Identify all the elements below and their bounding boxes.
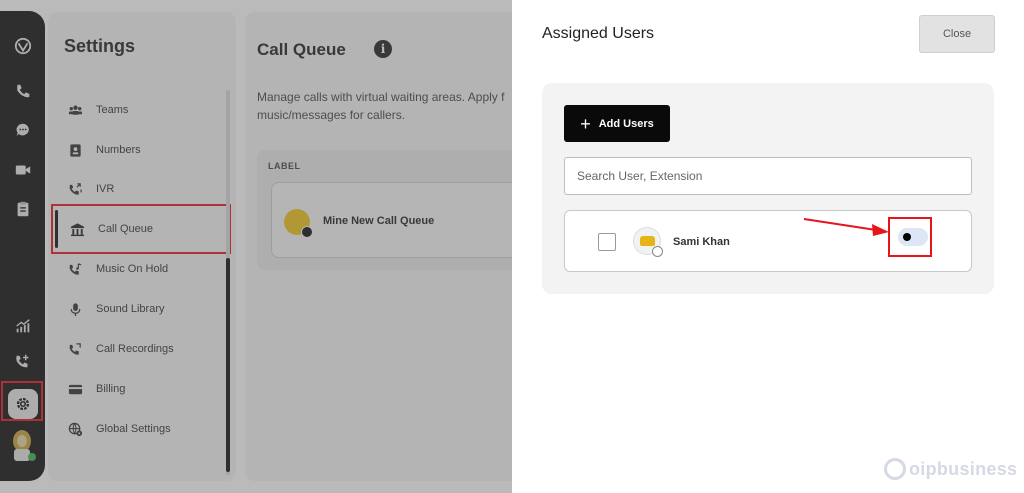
user-avatar-icon [633,227,663,257]
close-button[interactable]: Close [919,15,995,53]
watermark: oipbusiness [884,458,1017,480]
add-users-label: Add Users [598,117,654,130]
modal-overlay[interactable] [0,0,512,493]
user-name: Sami Khan [673,236,730,248]
drawer-title: Assigned Users [542,25,655,42]
watermark-logo-icon [884,458,906,480]
add-users-button[interactable]: + Add Users [564,105,670,142]
plus-icon: + [580,113,591,134]
user-checkbox[interactable] [598,233,616,251]
search-input[interactable] [564,157,972,195]
toggle-highlight-box [888,217,932,257]
app: Settings Teams Numbers IVR Call Queue Mu… [0,0,1024,493]
watermark-text: oipbusiness [909,458,1018,479]
